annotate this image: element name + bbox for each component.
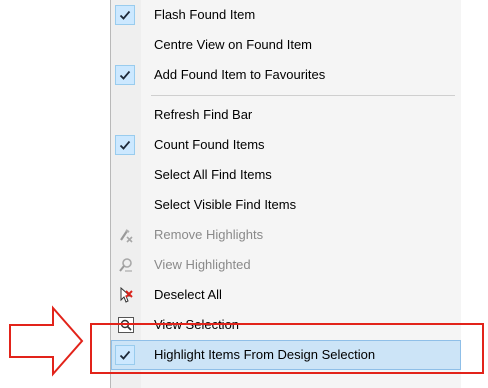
check-icon <box>115 5 135 25</box>
menu-item-refresh-find-bar[interactable]: Refresh Find Bar <box>111 100 461 130</box>
menu-item-label: Flash Found Item <box>154 7 256 22</box>
check-icon <box>115 65 135 85</box>
menu-item-add-to-favourites[interactable]: Add Found Item to Favourites <box>111 60 461 90</box>
menu-item-label: Remove Highlights <box>154 227 264 242</box>
check-icon <box>115 135 135 155</box>
menu-item-label: View Highlighted <box>154 257 251 272</box>
annotation-arrow-icon <box>9 305 84 377</box>
deselect-icon <box>118 286 134 303</box>
menu-item-view-highlighted[interactable]: View Highlighted <box>111 250 461 280</box>
view-highlighted-icon <box>118 257 134 273</box>
menu-separator <box>151 95 455 96</box>
menu-item-select-all-find-items[interactable]: Select All Find Items <box>111 160 461 190</box>
menu-item-label: Refresh Find Bar <box>154 107 253 122</box>
menu-item-deselect-all[interactable]: Deselect All <box>111 280 461 310</box>
menu-item-label: Deselect All <box>154 287 222 302</box>
remove-highlight-icon <box>118 227 134 243</box>
menu-item-label: Select Visible Find Items <box>154 197 297 212</box>
annotation-highlight-box <box>90 323 484 374</box>
menu-item-centre-view[interactable]: Centre View on Found Item <box>111 30 461 60</box>
menu-item-label: Select All Find Items <box>154 167 272 182</box>
menu-item-label: Add Found Item to Favourites <box>154 67 326 82</box>
menu-item-select-visible-find-items[interactable]: Select Visible Find Items <box>111 190 461 220</box>
menu-item-count-found-items[interactable]: Count Found Items <box>111 130 461 160</box>
menu-item-label: Count Found Items <box>154 137 265 152</box>
menu-item-flash-found-item[interactable]: Flash Found Item <box>111 0 461 30</box>
menu-item-label: Centre View on Found Item <box>154 37 313 52</box>
menu-item-remove-highlights[interactable]: Remove Highlights <box>111 220 461 250</box>
